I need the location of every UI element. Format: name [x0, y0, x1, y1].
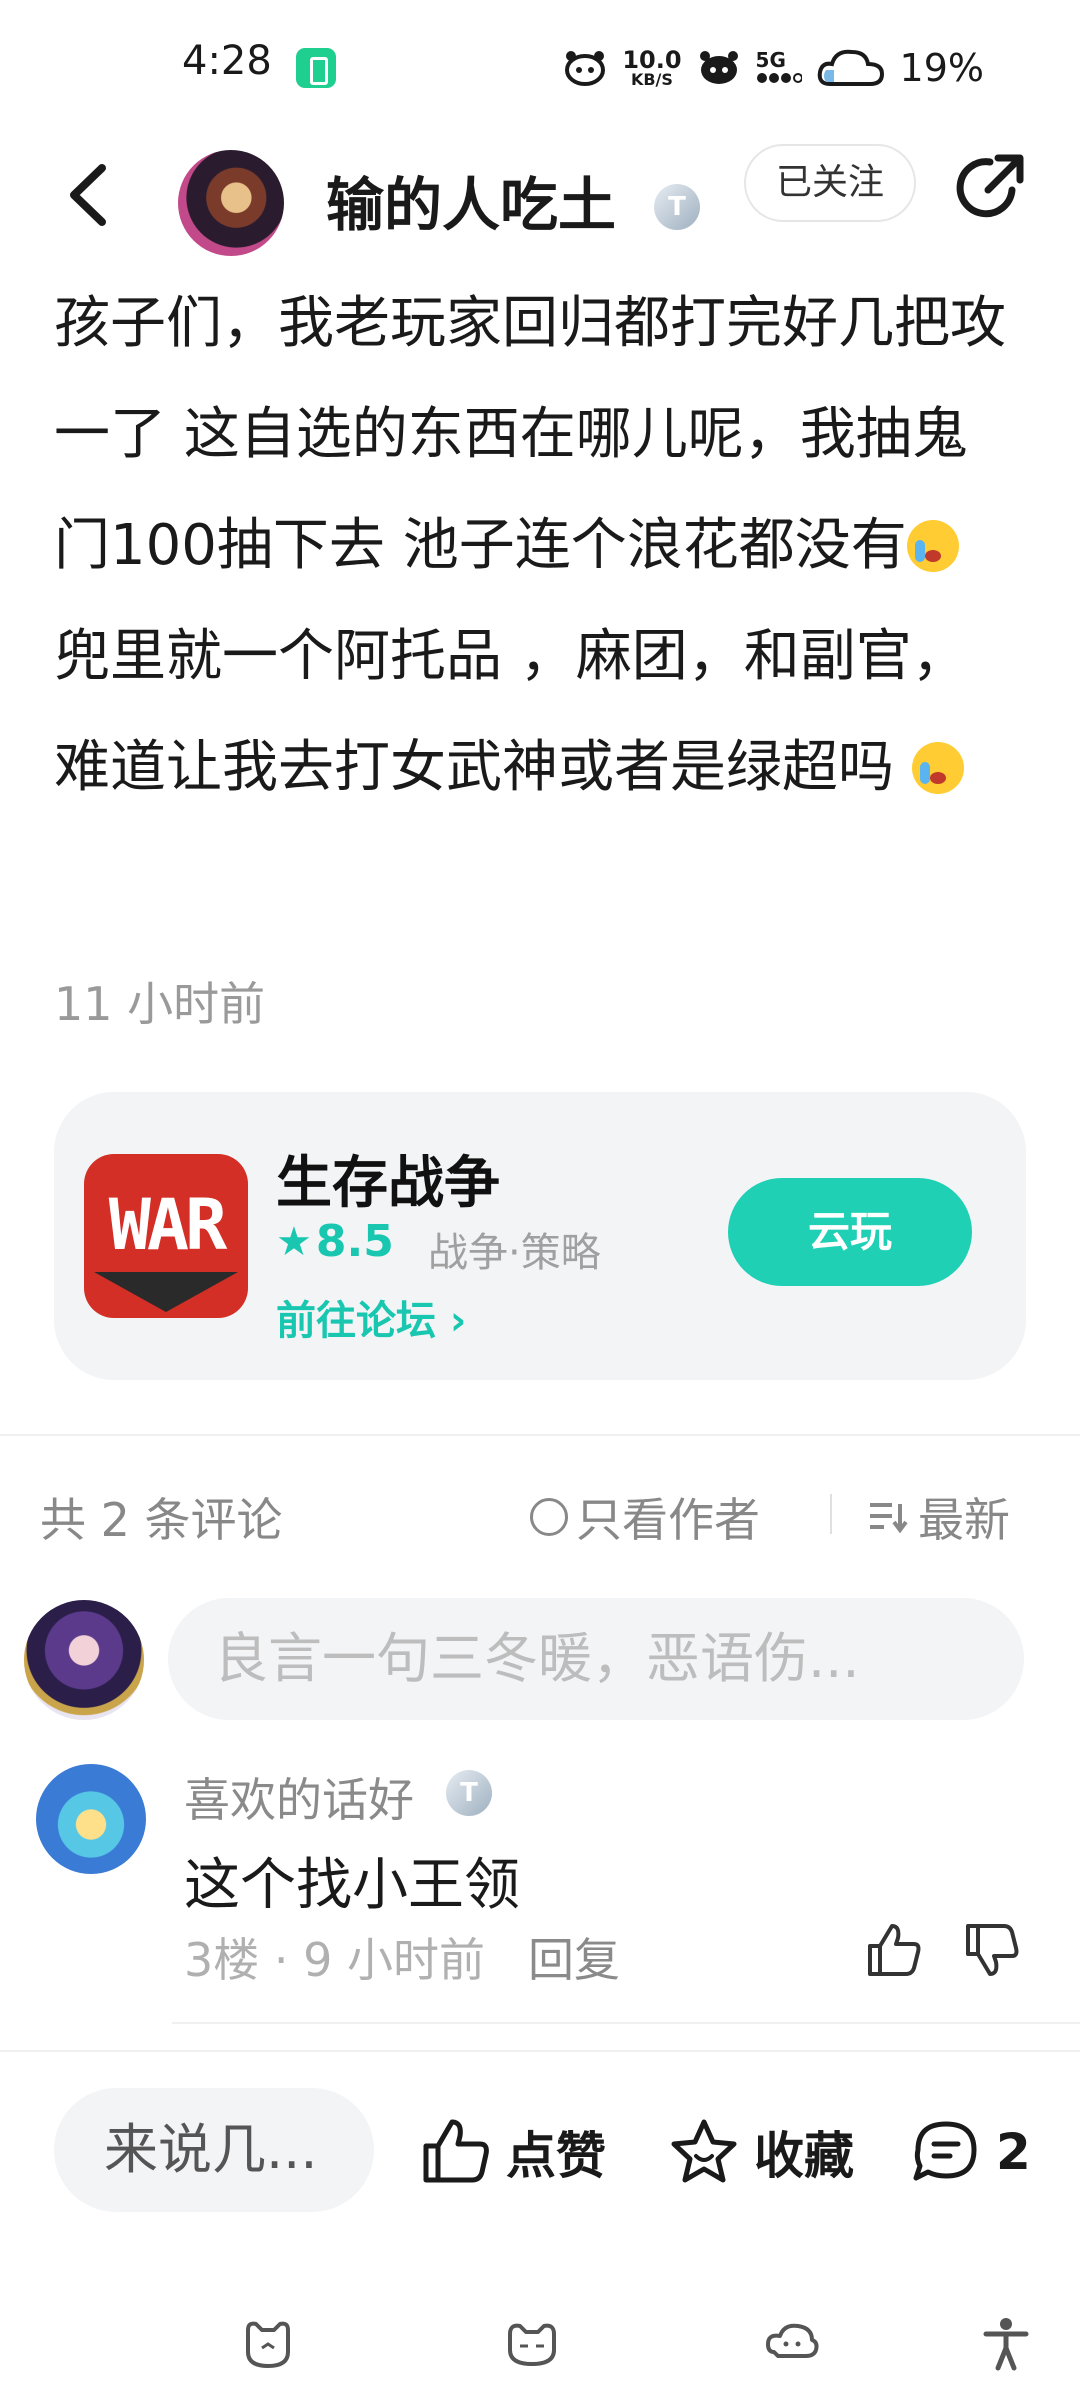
divider: [172, 2022, 1080, 2024]
post-text-part2: 兜里就一个阿托品 ，麻团，和副官，难道让我去打女武神或者是绿超吗: [54, 624, 968, 800]
network-indicator: 5G: [756, 50, 802, 86]
status-time: 4:28: [182, 38, 272, 84]
comment-input[interactable]: 良言一句三冬暖，恶语伤...: [168, 1598, 1024, 1720]
star-icon: ★: [276, 1218, 312, 1265]
star-outline-icon: [671, 2119, 737, 2183]
divider: [0, 2050, 1080, 2052]
say-something-input[interactable]: 来说几...: [54, 2088, 374, 2212]
comment-meta: 3楼 · 9 小时前: [184, 1933, 486, 1987]
cat-face-icon: [699, 51, 738, 84]
crying-emoji-icon: [911, 742, 964, 794]
game-icon-logo: WAR: [108, 1184, 227, 1266]
chevron-right-icon: ›: [436, 1298, 467, 1344]
author-only-toggle[interactable]: 只看作者: [530, 1484, 760, 1550]
forum-link[interactable]: 前往论坛 ›: [276, 1288, 466, 1346]
author-level-badge: T: [654, 184, 700, 230]
battery-cloud-icon: [817, 49, 884, 86]
sort-newest-button[interactable]: 最新: [868, 1484, 1010, 1550]
separator: [830, 1494, 832, 1534]
comment-text: 这个找小王领: [184, 1853, 520, 1918]
alarm-cat-icon: [565, 51, 606, 86]
crying-emoji-icon: [906, 520, 959, 572]
post-text-part1: 孩子们，我老玩家回归都打完好几把攻一了 这自选的东西在哪儿呢，我抽鬼门100抽下…: [54, 291, 1006, 578]
cloud-play-button[interactable]: 云玩: [728, 1178, 972, 1286]
nav-back-icon[interactable]: [764, 2316, 820, 2372]
nav-home-icon[interactable]: [240, 2316, 296, 2372]
comment-count: 共 2 条评论: [40, 1493, 283, 1547]
net-speed: 10.0 KB/S: [622, 46, 682, 89]
chat-bubble-icon: [913, 2121, 977, 2181]
thumb-up-icon: [423, 2119, 489, 2183]
thumb-down-icon[interactable]: [962, 1920, 1022, 1980]
author-avatar[interactable]: [178, 150, 284, 256]
back-arrow-icon[interactable]: [60, 160, 120, 230]
battery-saver-icon: [296, 48, 336, 88]
post-content: 孩子们，我老玩家回归都打完好几把攻一了 这自选的东西在哪儿呢，我抽鬼门100抽下…: [54, 268, 1014, 823]
game-icon-chevron: [94, 1272, 238, 1312]
game-card[interactable]: WAR 生存战争 ★ 8.5 战争·策略 前往论坛 › 云玩: [54, 1092, 1026, 1380]
sort-icon: [870, 1503, 908, 1534]
system-navigation: [0, 2280, 1080, 2400]
commenter-name[interactable]: 喜欢的话好: [184, 1764, 414, 1830]
game-tags: 战争·策略: [428, 1230, 601, 1276]
post-timestamp: 11 小时前: [54, 977, 266, 1031]
share-icon[interactable]: [954, 150, 1028, 224]
author-name[interactable]: 输的人吃土: [326, 158, 616, 242]
nav-recents-icon[interactable]: [504, 2316, 560, 2372]
commenter-avatar[interactable]: [36, 1764, 146, 1874]
follow-button[interactable]: 已关注: [744, 144, 916, 222]
game-rating-value: 8.5: [315, 1216, 394, 1267]
divider: [0, 1434, 1080, 1436]
game-rating: ★ 8.5: [276, 1216, 394, 1267]
my-avatar: [24, 1600, 144, 1720]
signal-bars-icon: [756, 73, 802, 83]
status-bar: 4:28 10.0 KB/S 5G 19%: [0, 0, 1080, 130]
game-icon[interactable]: WAR: [84, 1154, 248, 1318]
status-indicators: 10.0 KB/S 5G 19%: [562, 40, 984, 96]
game-title[interactable]: 生存战争: [276, 1138, 500, 1219]
post-header: 输的人吃土 T 已关注: [0, 130, 1080, 260]
radio-icon: [530, 1498, 568, 1536]
reply-button[interactable]: 回复: [528, 1924, 620, 1990]
battery-percent: 19%: [899, 46, 984, 90]
accessibility-icon[interactable]: [978, 2316, 1034, 2372]
comment-button[interactable]: 2: [910, 2116, 1031, 2188]
thumb-up-icon[interactable]: [864, 1920, 924, 1980]
commenter-level-badge: T: [446, 1770, 492, 1816]
favorite-button[interactable]: 收藏: [668, 2116, 854, 2188]
like-button[interactable]: 点赞: [420, 2116, 606, 2188]
